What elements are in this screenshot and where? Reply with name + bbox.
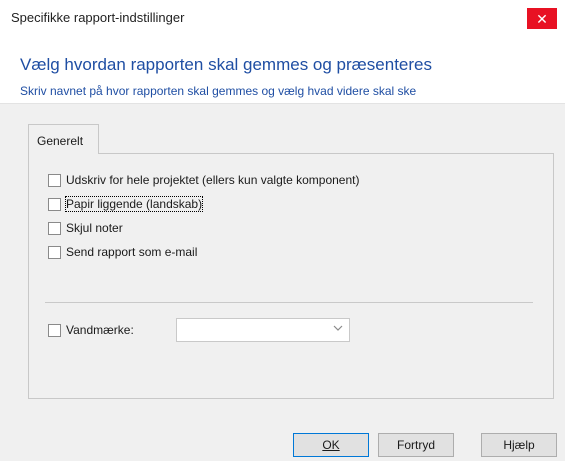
option-label: Udskriv for hele projektet (ellers kun v… — [66, 173, 360, 187]
option-watermark[interactable]: Vandmærke: — [48, 323, 134, 337]
option-hide-notes[interactable]: Skjul noter — [48, 221, 123, 235]
help-button-label: Hjælp — [503, 438, 535, 452]
checkbox[interactable] — [48, 197, 61, 211]
option-send-email[interactable]: Send rapport som e-mail — [48, 245, 197, 259]
dialog-header: Vælg hvordan rapporten skal gemmes og pr… — [0, 33, 565, 104]
option-print-whole-project[interactable]: Udskriv for hele projektet (ellers kun v… — [48, 173, 359, 187]
option-label: Send rapport som e-mail — [66, 245, 198, 259]
option-label: Papir liggende (landskab) — [64, 196, 204, 212]
tab-panel-generelt — [28, 153, 554, 399]
tab-generelt[interactable]: Generelt — [28, 124, 99, 154]
option-label: Skjul noter — [66, 221, 123, 235]
checkbox[interactable] — [48, 323, 61, 337]
watermark-select[interactable] — [176, 318, 350, 342]
dialog-window: Specifikke rapport-indstillinger ✕ Vælg … — [0, 0, 565, 461]
ok-button[interactable]: OK — [293, 433, 369, 457]
separator — [45, 302, 533, 303]
window-title: Specifikke rapport-indstillinger — [11, 10, 185, 25]
title-bar: Specifikke rapport-indstillinger ✕ — [0, 0, 565, 33]
ok-button-label: OK — [322, 438, 340, 452]
chevron-down-icon — [333, 323, 343, 336]
cancel-button-label: Fortryd — [396, 438, 435, 452]
checkbox[interactable] — [48, 173, 61, 187]
cancel-button[interactable]: Fortryd — [378, 433, 454, 457]
option-landscape[interactable]: Papir liggende (landskab) — [48, 196, 204, 212]
header-subtitle: Skriv navnet på hvor rapporten skal gemm… — [20, 84, 417, 98]
close-icon: ✕ — [536, 10, 548, 27]
help-button[interactable]: Hjælp — [481, 433, 557, 457]
watermark-label: Vandmærke: — [66, 323, 134, 337]
header-title: Vælg hvordan rapporten skal gemmes og pr… — [20, 55, 432, 74]
close-button[interactable]: ✕ — [527, 8, 557, 29]
checkbox[interactable] — [48, 221, 61, 235]
checkbox[interactable] — [48, 245, 61, 259]
tab-label: Generelt — [37, 134, 84, 148]
